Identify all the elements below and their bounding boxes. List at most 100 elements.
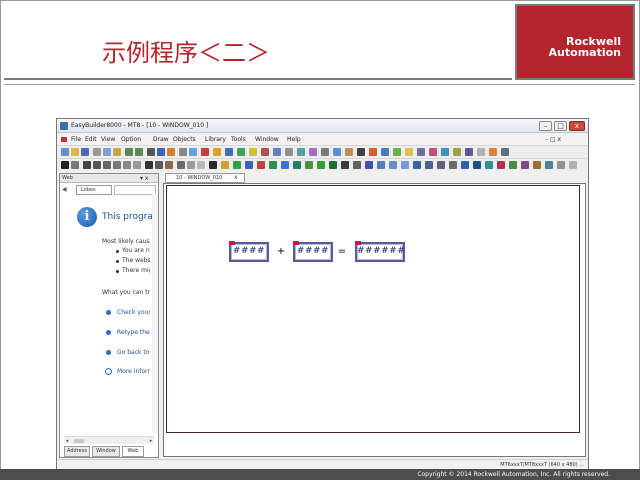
meter-icon[interactable]	[425, 161, 433, 169]
font-icon[interactable]	[261, 148, 269, 156]
timer-icon[interactable]	[533, 161, 541, 169]
system-parameter-icon[interactable]	[297, 148, 305, 156]
direct-window-icon[interactable]	[377, 161, 385, 169]
scheduler-icon[interactable]	[417, 148, 425, 156]
numeric-display-result[interactable]: ######	[355, 242, 405, 262]
menu-objects[interactable]: Objects	[173, 134, 197, 145]
window-titlebar[interactable]: EasyBuilder8000 - MT8 - [10 - WINDOW_010…	[57, 119, 588, 133]
open-folder-icon[interactable]	[71, 148, 79, 156]
menu-tools[interactable]: Tools	[231, 134, 247, 145]
more-info-link[interactable]: More information	[117, 367, 150, 376]
help-icon[interactable]	[157, 148, 165, 156]
more-tools-icon[interactable]	[569, 161, 577, 169]
printer-server-icon[interactable]	[441, 148, 449, 156]
moving-shape-icon[interactable]	[389, 161, 397, 169]
slider-icon[interactable]	[317, 161, 325, 169]
cut-icon[interactable]	[93, 148, 101, 156]
numeric-input-1[interactable]: ####	[229, 242, 269, 262]
polyline-icon[interactable]	[93, 161, 101, 169]
online-icon[interactable]	[225, 148, 233, 156]
close-button[interactable]: x	[569, 121, 585, 131]
tool-icon[interactable]	[179, 148, 187, 156]
go-back-link[interactable]: Go back to	[117, 348, 150, 357]
security-icon[interactable]	[429, 148, 437, 156]
event-display-icon[interactable]	[485, 161, 493, 169]
maximize-button[interactable]: □	[554, 121, 567, 131]
ungroup-icon[interactable]	[197, 161, 205, 169]
compile-icon[interactable]	[189, 148, 197, 156]
minimize-button[interactable]: –	[539, 121, 552, 131]
system-message-icon[interactable]	[557, 161, 565, 169]
scroll-right-icon[interactable]: ▸	[148, 437, 154, 445]
circle-icon[interactable]	[113, 161, 121, 169]
indirect-window-icon[interactable]	[365, 161, 373, 169]
pointer-icon[interactable]	[71, 161, 79, 169]
xy-plot-icon[interactable]	[509, 161, 517, 169]
tab-address[interactable]: Address	[64, 446, 90, 457]
menu-view[interactable]: View	[101, 134, 115, 145]
panel-horizontal-scrollbar[interactable]: ◂ ▸	[64, 436, 154, 444]
panel-address-field[interactable]	[114, 185, 156, 195]
panel-vertical-scrollbar[interactable]	[152, 194, 158, 434]
animation-icon[interactable]	[401, 161, 409, 169]
menu-file[interactable]: File	[71, 134, 81, 145]
retype-link[interactable]: Retype the	[117, 328, 150, 337]
polygon-icon[interactable]	[133, 161, 141, 169]
alarm-icon[interactable]	[369, 148, 377, 156]
toggle-switch-icon[interactable]	[293, 161, 301, 169]
new-file-icon[interactable]	[61, 148, 69, 156]
rectangle-icon[interactable]	[123, 161, 131, 169]
menu-option[interactable]: Option	[121, 134, 143, 145]
line-icon[interactable]	[83, 161, 91, 169]
scroll-thumb[interactable]	[74, 439, 84, 443]
more-info-chevron-icon[interactable]	[105, 368, 112, 375]
tab-window-010[interactable]: 10 - WINDOW_010 x	[165, 173, 245, 183]
video-in-icon[interactable]	[545, 161, 553, 169]
panel-controls[interactable]: ▾ x	[140, 174, 158, 183]
back-arrow-icon[interactable]: ◀	[62, 186, 71, 194]
menu-edit[interactable]: Edit	[85, 134, 97, 145]
undo-icon[interactable]	[125, 148, 133, 156]
database-icon[interactable]	[477, 148, 485, 156]
bulb-icon[interactable]	[221, 161, 229, 169]
menu-draw[interactable]: Draw	[153, 134, 169, 145]
recipe-icon[interactable]	[321, 148, 329, 156]
menu-window[interactable]: Window	[255, 134, 281, 145]
align-icon[interactable]	[177, 161, 185, 169]
color-icon[interactable]	[249, 148, 257, 156]
download-icon[interactable]	[201, 148, 209, 156]
data-block-icon[interactable]	[497, 161, 505, 169]
set-bit-icon[interactable]	[257, 161, 265, 169]
address-icon[interactable]	[285, 148, 293, 156]
bit-lamp-icon[interactable]	[233, 161, 241, 169]
scroll-left-icon[interactable]: ◂	[64, 437, 70, 445]
arc-icon[interactable]	[103, 161, 111, 169]
select-arrow-icon[interactable]	[61, 161, 69, 169]
multi-state-switch-icon[interactable]	[305, 161, 313, 169]
panel-browser-tab[interactable]: Lobes	[76, 185, 112, 195]
tab-window[interactable]: Window	[92, 446, 120, 457]
print-icon[interactable]	[147, 148, 155, 156]
history-icon[interactable]	[449, 161, 457, 169]
numeric-display-icon[interactable]	[341, 161, 349, 169]
hmi-window-canvas[interactable]: #### + #### = ######	[166, 185, 580, 433]
layer-icon[interactable]	[237, 148, 245, 156]
scale-icon[interactable]	[155, 161, 163, 169]
transfer-icon[interactable]	[405, 148, 413, 156]
trend-icon[interactable]	[437, 161, 445, 169]
numeric-input-2[interactable]: ####	[293, 242, 333, 262]
text-icon[interactable]	[145, 161, 153, 169]
window-tree-icon[interactable]	[333, 148, 341, 156]
library-icon[interactable]	[345, 148, 353, 156]
search-icon[interactable]	[167, 148, 175, 156]
numeric-input-icon[interactable]	[329, 161, 337, 169]
simulation-icon[interactable]	[213, 148, 221, 156]
ascii-icon[interactable]	[353, 161, 361, 169]
word-lamp-icon[interactable]	[245, 161, 253, 169]
set-word-icon[interactable]	[269, 161, 277, 169]
pdf-icon[interactable]	[501, 148, 509, 156]
data-sampling-icon[interactable]	[393, 148, 401, 156]
alarm-display-icon[interactable]	[473, 161, 481, 169]
option-list-icon[interactable]	[521, 161, 529, 169]
video-icon[interactable]	[465, 148, 473, 156]
